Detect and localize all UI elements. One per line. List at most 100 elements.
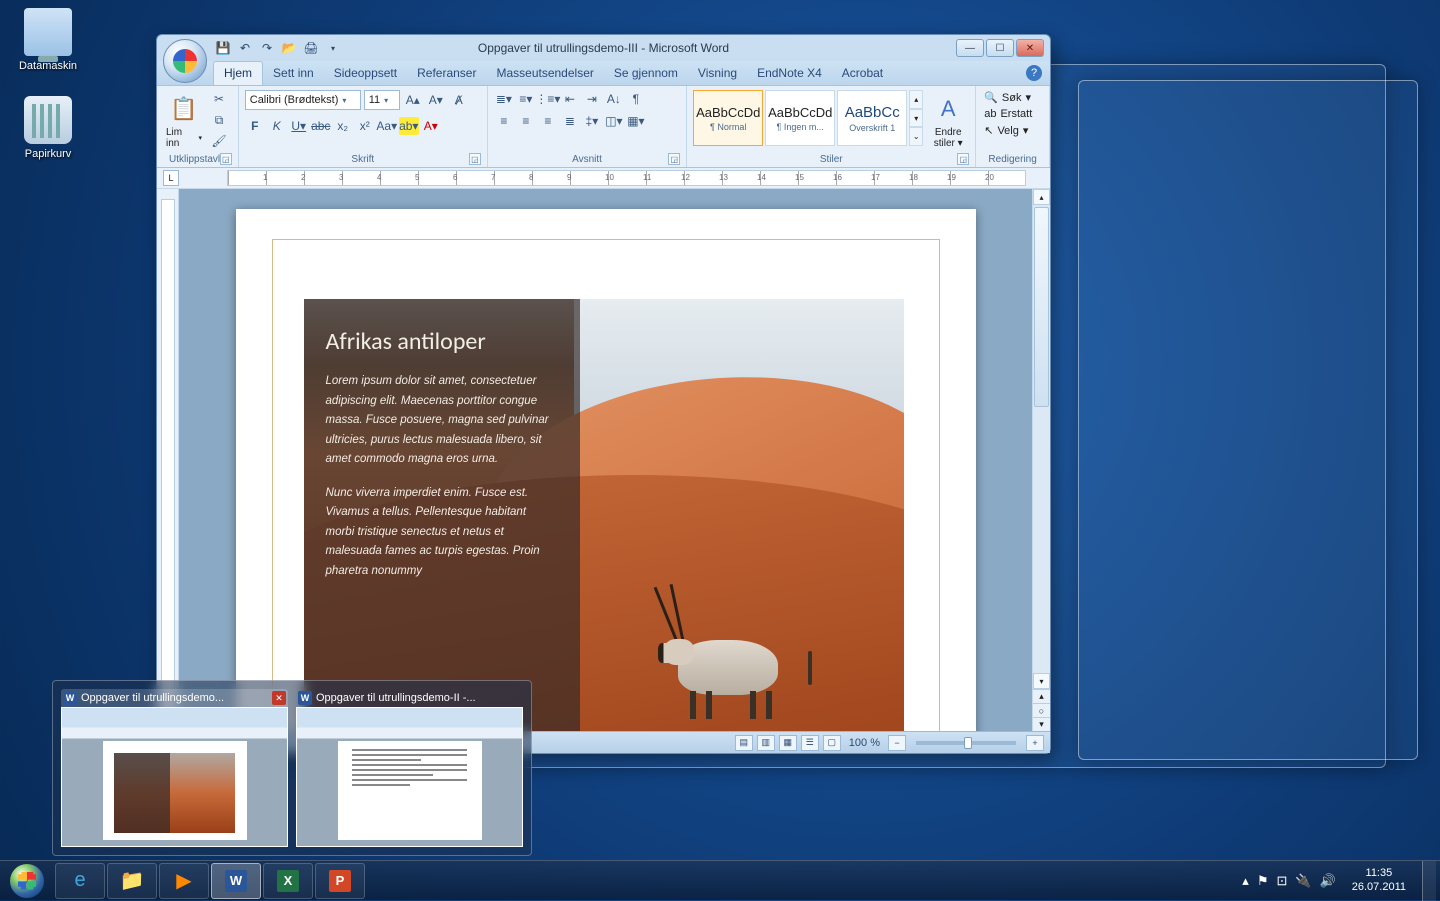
cut-button[interactable]: ✂ [209, 90, 229, 108]
scroll-up-button[interactable]: ▴ [1033, 189, 1050, 205]
copy-button[interactable]: ⧉ [209, 111, 229, 129]
office-button[interactable] [163, 39, 207, 83]
paste-button[interactable]: 📋 Lim inn▾ [163, 90, 205, 152]
multilevel-list-button[interactable]: ⋮≡▾ [538, 90, 558, 108]
taskbar-word-button[interactable]: W [211, 863, 261, 899]
font-name-combo[interactable]: Calibri (Brødtekst)▾ [245, 90, 361, 110]
horizontal-ruler[interactable]: 1234567891011121314151617181920 [227, 170, 1026, 186]
qat-customize-button[interactable]: ▾ [325, 40, 341, 56]
select-button[interactable]: ↖Velg ▾ [982, 123, 1034, 138]
taskbar-explorer-button[interactable]: 📁 [107, 863, 157, 899]
tab-view[interactable]: Visning [688, 62, 747, 85]
tray-overflow-button[interactable]: ▴ [1242, 873, 1249, 889]
vertical-ruler[interactable] [157, 189, 179, 731]
clipboard-launcher[interactable]: ◲ [220, 153, 232, 165]
zoom-level[interactable]: 100 % [849, 737, 880, 749]
font-launcher[interactable]: ◲ [469, 153, 481, 165]
tab-acrobat[interactable]: Acrobat [832, 62, 893, 85]
web-layout-view[interactable]: ▦ [779, 735, 797, 751]
prev-page-button[interactable]: ▴ [1033, 689, 1050, 703]
sort-button[interactable]: A↓ [604, 90, 624, 108]
document-heading[interactable]: Afrikas antiloper [326, 327, 558, 356]
tab-references[interactable]: Referanser [407, 62, 486, 85]
tab-page-layout[interactable]: Sideoppsett [324, 62, 407, 85]
tab-selector[interactable]: L [163, 170, 179, 186]
document-paragraph[interactable]: Lorem ipsum dolor sit amet, consectetuer… [326, 372, 558, 470]
tab-endnote[interactable]: EndNote X4 [747, 62, 832, 85]
taskbar-preview-thumbnail[interactable]: W Oppgaver til utrullingsdemo... ✕ [61, 689, 288, 847]
underline-button[interactable]: U▾ [289, 117, 309, 135]
styles-launcher[interactable]: ◲ [957, 153, 969, 165]
vertical-scrollbar[interactable]: ▴ ▾ ▴ ○ ▾ [1032, 189, 1050, 731]
scroll-down-button[interactable]: ▾ [1033, 673, 1050, 689]
align-left-button[interactable]: ≡ [494, 112, 514, 130]
zoom-slider[interactable] [916, 741, 1016, 745]
increase-indent-button[interactable]: ⇥ [582, 90, 602, 108]
find-button[interactable]: 🔍Søk ▾ [982, 90, 1034, 105]
qat-save-button[interactable]: 💾 [215, 40, 231, 56]
line-spacing-button[interactable]: ‡▾ [582, 112, 602, 130]
borders-button[interactable]: ▦▾ [626, 112, 646, 130]
strikethrough-button[interactable]: abc [311, 117, 331, 135]
shading-button[interactable]: ◫▾ [604, 112, 624, 130]
justify-button[interactable]: ≣ [560, 112, 580, 130]
highlight-button[interactable]: ab▾ [399, 117, 419, 135]
bold-button[interactable]: F [245, 117, 265, 135]
taskbar-clock[interactable]: 11:35 26.07.2011 [1344, 867, 1414, 893]
maximize-button[interactable]: ☐ [986, 39, 1014, 57]
desktop-icon-recycle-bin[interactable]: Papirkurv [8, 96, 88, 160]
network-icon[interactable]: ⊡ [1276, 873, 1287, 889]
superscript-button[interactable]: x² [355, 117, 375, 135]
tab-insert[interactable]: Sett inn [263, 62, 324, 85]
styles-gallery[interactable]: AaBbCcDd ¶ Normal AaBbCcDd ¶ Ingen m... … [693, 90, 923, 146]
desktop-icon-computer[interactable]: Datamaskin [8, 8, 88, 72]
font-size-combo[interactable]: 11▾ [364, 90, 400, 110]
align-right-button[interactable]: ≡ [538, 112, 558, 130]
flag-icon[interactable]: ⚑ [1257, 873, 1269, 889]
show-desktop-button[interactable] [1422, 861, 1436, 901]
tab-mailings[interactable]: Masseutsendelser [486, 62, 603, 85]
document-paragraph[interactable]: Nunc viverra imperdiet enim. Fusce est. … [326, 484, 558, 582]
font-color-button[interactable]: A▾ [421, 117, 441, 135]
full-screen-view[interactable]: ▥ [757, 735, 775, 751]
qat-print-button[interactable]: 🖨 [303, 40, 319, 56]
outline-view[interactable]: ☰ [801, 735, 819, 751]
style-heading1[interactable]: AaBbCc Overskrift 1 [837, 90, 907, 146]
style-normal[interactable]: AaBbCcDd ¶ Normal [693, 90, 763, 146]
styles-scroll-up[interactable]: ▴ [909, 90, 923, 109]
taskbar-preview-thumbnail[interactable]: W Oppgaver til utrullingsdemo-II -... [296, 689, 523, 847]
draft-view[interactable]: ▢ [823, 735, 841, 751]
start-button[interactable] [0, 861, 54, 901]
show-marks-button[interactable]: ¶ [626, 90, 646, 108]
clear-formatting-button[interactable]: Ⱥ [449, 91, 469, 109]
scroll-thumb[interactable] [1034, 207, 1049, 407]
styles-expand[interactable]: ⌄ [909, 127, 923, 146]
volume-icon[interactable]: 🔊 [1320, 873, 1336, 889]
taskbar-media-player-button[interactable]: ▶ [159, 863, 209, 899]
italic-button[interactable]: K [267, 117, 287, 135]
browse-object-button[interactable]: ○ [1033, 703, 1050, 717]
align-center-button[interactable]: ≡ [516, 112, 536, 130]
grow-font-button[interactable]: A▴ [403, 91, 423, 109]
title-bar[interactable]: 💾 ↶ ↷ 📂 🖨 ▾ Oppgaver til utrullingsdemo-… [157, 35, 1050, 61]
print-layout-view[interactable]: ▤ [735, 735, 753, 751]
numbering-button[interactable]: ≡▾ [516, 90, 536, 108]
taskbar-powerpoint-button[interactable]: P [315, 863, 365, 899]
qat-open-button[interactable]: 📂 [281, 40, 297, 56]
thumbnail-close-button[interactable]: ✕ [272, 691, 286, 705]
decrease-indent-button[interactable]: ⇤ [560, 90, 580, 108]
change-case-button[interactable]: Aa▾ [377, 117, 397, 135]
replace-button[interactable]: abErstatt [982, 107, 1034, 121]
qat-undo-button[interactable]: ↶ [237, 40, 253, 56]
bullets-button[interactable]: ≣▾ [494, 90, 514, 108]
change-styles-button[interactable]: A Endre stiler ▾ [927, 90, 969, 152]
qat-redo-button[interactable]: ↷ [259, 40, 275, 56]
format-painter-button[interactable]: 🖌 [209, 132, 229, 150]
paragraph-launcher[interactable]: ◲ [668, 153, 680, 165]
zoom-out-button[interactable]: − [888, 735, 906, 751]
tab-review[interactable]: Se gjennom [604, 62, 688, 85]
help-button[interactable]: ? [1026, 65, 1042, 81]
taskbar-ie-button[interactable]: e [55, 863, 105, 899]
next-page-button[interactable]: ▾ [1033, 717, 1050, 731]
document-page[interactable]: Afrikas antiloper Lorem ipsum dolor sit … [236, 209, 976, 731]
